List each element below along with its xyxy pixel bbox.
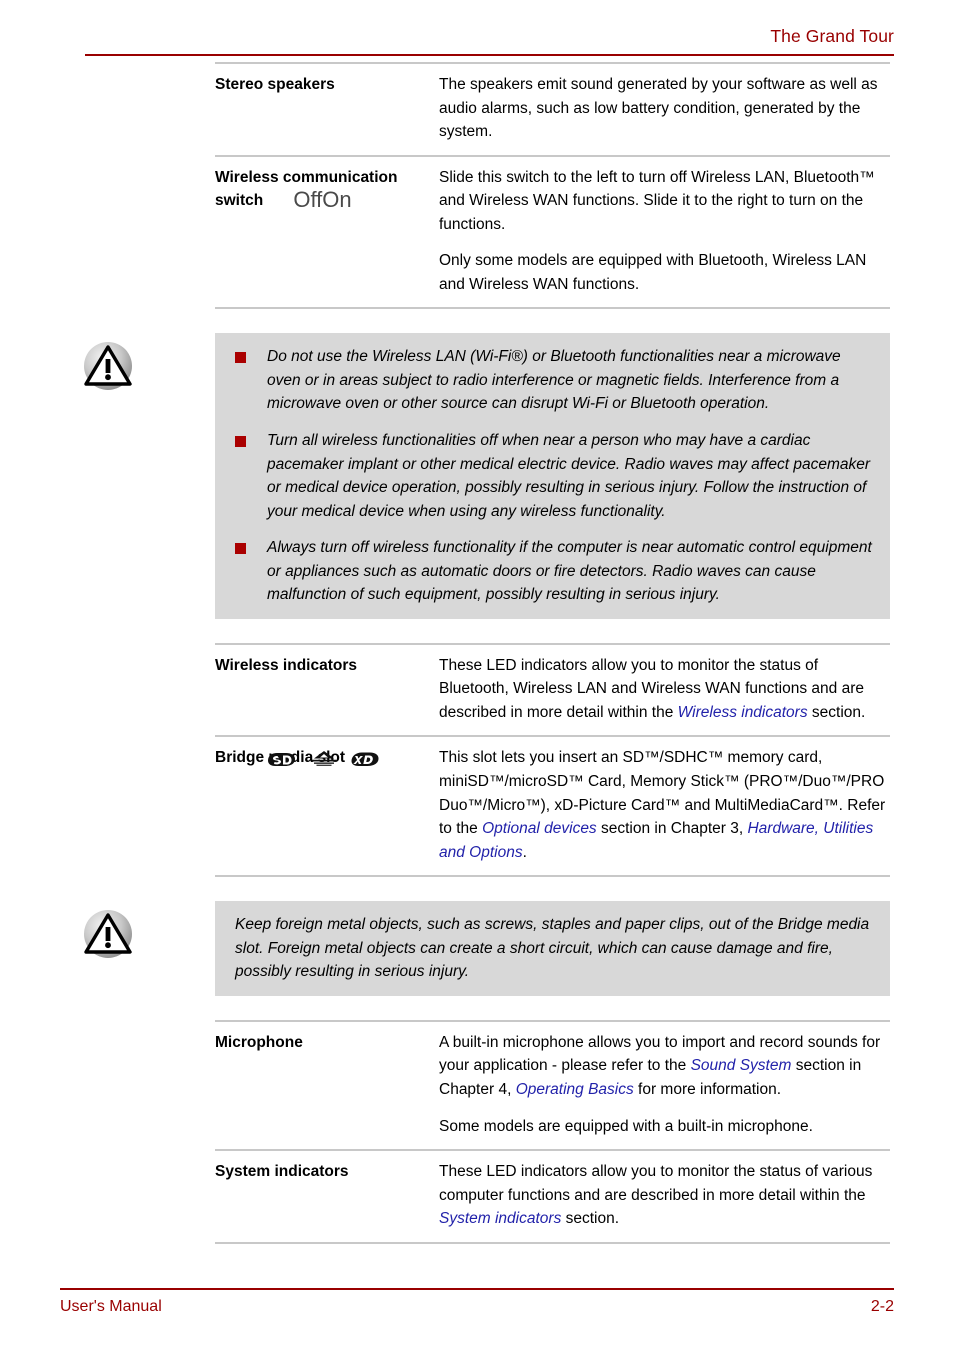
- bullet-square-icon: [235, 543, 246, 555]
- row-term: Wireless communication switch: [215, 168, 398, 210]
- caution-bullet-text: Always turn off wireless functionality i…: [267, 539, 872, 604]
- caution-triangle-icon: [0, 341, 215, 391]
- page-header: The Grand Tour: [0, 0, 954, 60]
- switch-off-label: Off: [293, 186, 323, 212]
- text-segment: section.: [807, 703, 866, 721]
- page-header-title: The Grand Tour: [770, 26, 894, 46]
- caution-bullet-item: Do not use the Wireless LAN (Wi-Fi®) or …: [231, 345, 876, 416]
- row-description: Slide this switch to the left to turn of…: [439, 166, 890, 297]
- bullet-square-icon: [235, 436, 246, 448]
- row-paragraph: This slot lets you insert an SD™/SDHC™ m…: [439, 746, 890, 864]
- caution-notebox-metal-objects: Keep foreign metal objects, such as scre…: [215, 901, 890, 996]
- row-paragraph: The speakers emit sound generated by you…: [439, 76, 878, 141]
- cross-reference-link[interactable]: Sound System: [691, 1057, 792, 1074]
- text-segment: section in Chapter 3,: [596, 820, 748, 838]
- row-paragraph: Slide this switch to the left to turn of…: [439, 168, 875, 233]
- caution-text: Keep foreign metal objects, such as scre…: [235, 916, 870, 981]
- row-term: Wireless indicators: [215, 656, 357, 674]
- cross-reference-link[interactable]: Optional devices: [482, 820, 597, 837]
- row-paragraph: These LED indicators allow you to monito…: [439, 654, 890, 725]
- row-description: These LED indicators allow you to monito…: [439, 654, 890, 725]
- table-row-bridge-media-slot: Bridge media slot This slot lets you ins…: [215, 735, 890, 875]
- memory-stick-icon: [311, 749, 337, 774]
- bullet-square-icon: [235, 352, 246, 364]
- caution-notebox-wireless: Do not use the Wireless LAN (Wi-Fi®) or …: [215, 333, 890, 619]
- sd-card-icon: [266, 749, 298, 774]
- row-description: A built-in microphone allows you to impo…: [439, 1031, 890, 1138]
- row-description: These LED indicators allow you to monito…: [439, 1160, 890, 1231]
- table-row-stereo-speakers: Stereo speakers The speakers emit sound …: [215, 62, 890, 155]
- caution-bullet-item: Turn all wireless functionalities off wh…: [231, 429, 876, 523]
- text-segment: for more information.: [633, 1080, 782, 1098]
- card-icon-group: [215, 749, 430, 774]
- caution-bullet-list: Do not use the Wireless LAN (Wi-Fi®) or …: [231, 345, 876, 606]
- table-row-microphone: Microphone A built-in microphone allows …: [215, 1019, 890, 1149]
- cross-reference-link[interactable]: Operating Basics: [516, 1081, 634, 1098]
- row-paragraph: A built-in microphone allows you to impo…: [439, 1031, 890, 1102]
- caution-triangle-icon: [0, 909, 215, 959]
- table-row-wireless-indicators: Wireless indicators These LED indicators…: [215, 642, 890, 736]
- table-rule: [215, 307, 890, 310]
- table-rule: [215, 875, 890, 878]
- row-description: The speakers emit sound generated by you…: [439, 73, 890, 144]
- row-description: This slot lets you insert an SD™/SDHC™ m…: [439, 746, 890, 864]
- page-number: 2-2: [870, 1298, 894, 1315]
- row-term: System indicators: [215, 1163, 349, 1181]
- caution-bullet-text: Turn all wireless functionalities off wh…: [267, 432, 871, 520]
- page-footer: User's Manual 2-2: [0, 1278, 954, 1352]
- gutter-switch-labels: OffOn: [215, 187, 430, 213]
- text-segment: .: [522, 843, 527, 861]
- row-term: Stereo speakers: [215, 76, 335, 93]
- page-footer-manual-label: User's Manual: [60, 1298, 162, 1315]
- row-paragraph: Some models are equipped with a built-in…: [439, 1117, 813, 1135]
- switch-on-label: On: [322, 186, 352, 212]
- row-term: Microphone: [215, 1033, 303, 1051]
- cross-reference-link[interactable]: System indicators: [439, 1210, 561, 1227]
- page-content: Stereo speakers The speakers emit sound …: [0, 62, 954, 1244]
- xd-picture-card-icon: [350, 749, 380, 774]
- caution-bullet-text: Do not use the Wireless LAN (Wi-Fi®) or …: [267, 348, 841, 413]
- table-row-system-indicators: System indicators These LED indicators a…: [215, 1149, 890, 1244]
- gutter-card-icons: [215, 749, 430, 774]
- row-paragraph: These LED indicators allow you to monito…: [439, 1160, 890, 1231]
- table-row-wireless-communication-switch: OffOn Wireless communication switch Slid…: [215, 154, 890, 308]
- text-segment: section.: [561, 1210, 620, 1228]
- cross-reference-link[interactable]: Wireless indicators: [678, 704, 808, 721]
- page-header-rule: [85, 54, 894, 56]
- caution-block-wireless: Do not use the Wireless LAN (Wi-Fi®) or …: [0, 333, 954, 619]
- caution-bullet-item: Always turn off wireless functionality i…: [231, 536, 876, 607]
- page-footer-rule: [60, 1288, 894, 1290]
- text-segment: These LED indicators allow you to monito…: [439, 1163, 873, 1204]
- row-paragraph: Only some models are equipped with Bluet…: [439, 252, 867, 293]
- caution-block-metal-objects: Keep foreign metal objects, such as scre…: [0, 901, 954, 996]
